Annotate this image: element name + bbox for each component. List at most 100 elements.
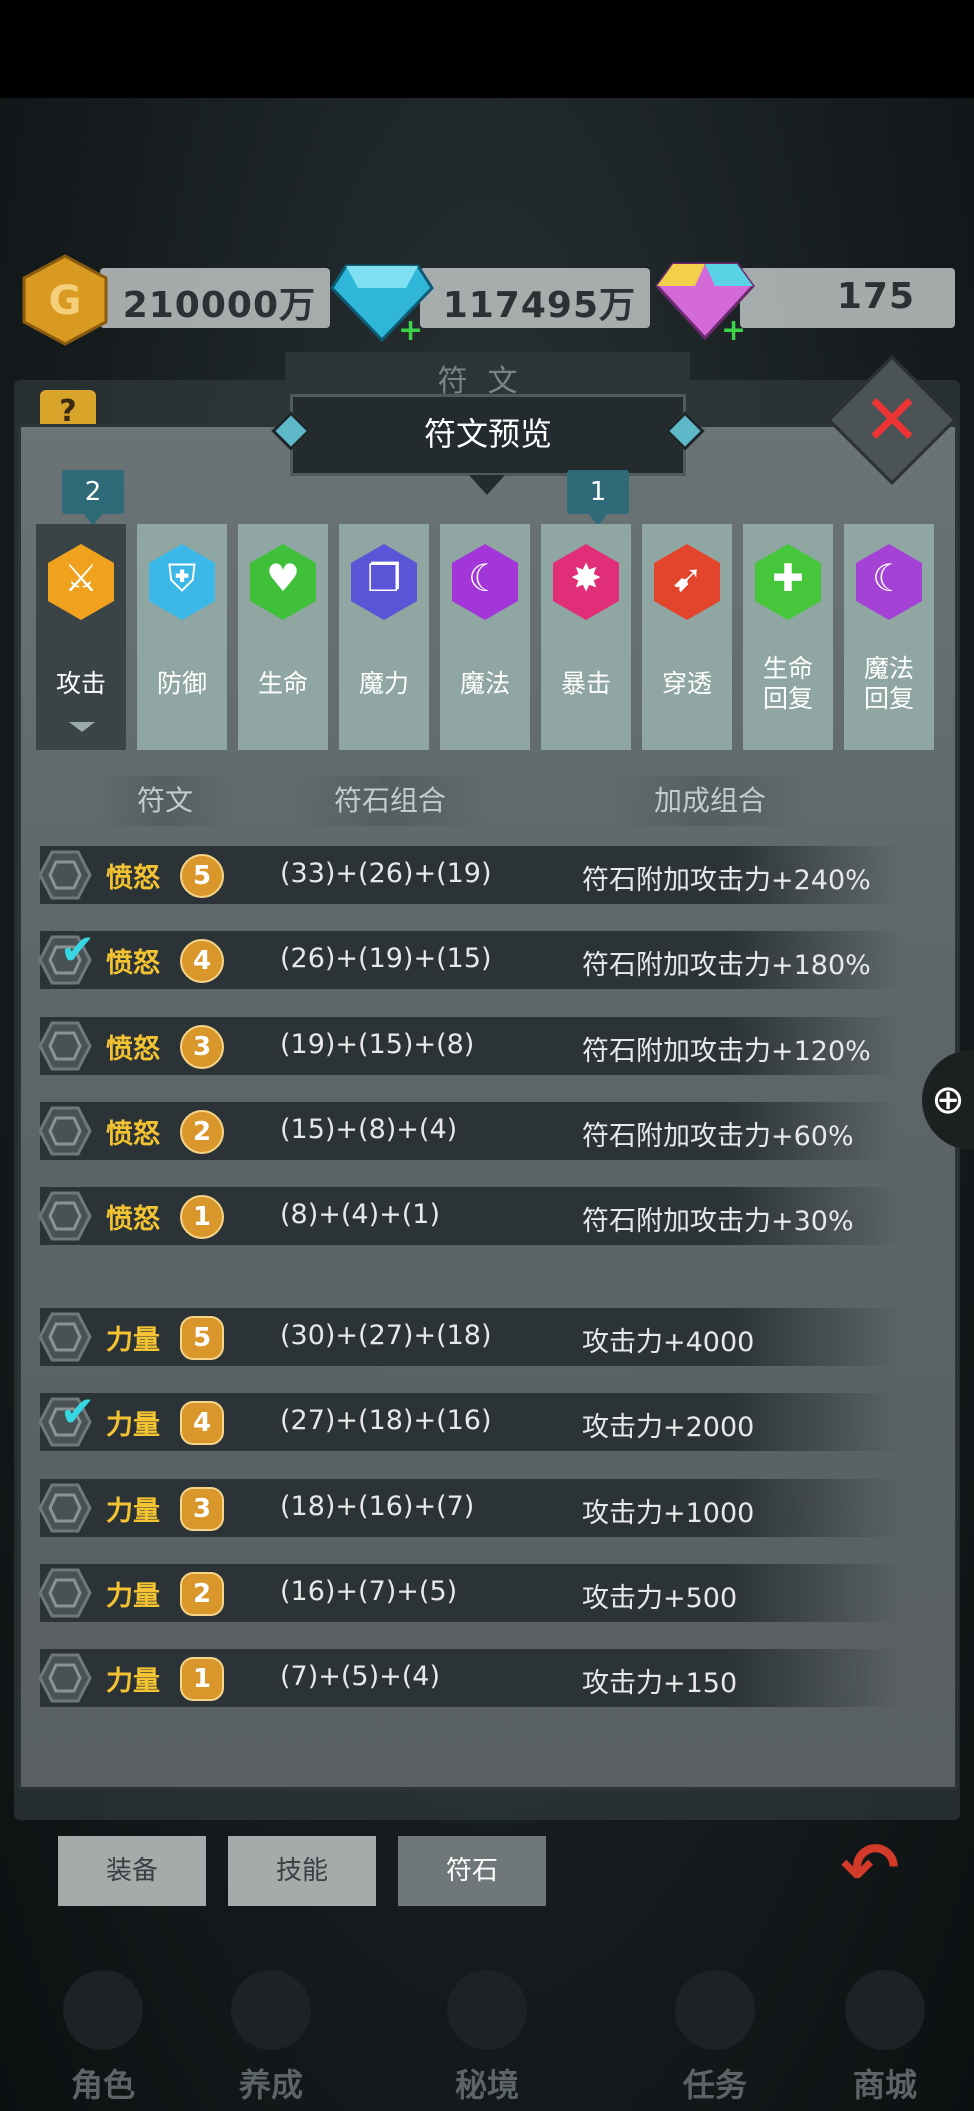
rune-emblem-icon (38, 1653, 92, 1703)
nav-label: 秘境 (454, 2066, 519, 2104)
portal-icon (447, 1970, 527, 2050)
rune-bonus: 攻击力+4000 (582, 1327, 755, 1358)
rune-name: 力量 (106, 1581, 160, 1612)
rune-combo: (15)+(8)+(4) (280, 1114, 458, 1145)
nav-label: 任务 (682, 2066, 747, 2104)
rune-row[interactable]: 力量 5 (30)+(27)+(18) 攻击力+4000 (38, 1308, 900, 1366)
rune-level-badge: 1 (180, 1195, 224, 1239)
rune-emblem-icon (38, 1312, 92, 1362)
tab-heart-plus[interactable]: ✚ 生命 回复 (743, 524, 833, 750)
tab-sword[interactable]: ⚔ 攻击 (36, 524, 126, 750)
cultivate-icon (231, 1970, 311, 2050)
tab-runestones[interactable]: 符石 (398, 1836, 546, 1906)
rune-bonus: 符石附加攻击力+180% (582, 950, 871, 981)
tab-equipment[interactable]: 装备 (58, 1836, 206, 1906)
rune-bonus: 符石附加攻击力+120% (582, 1036, 871, 1067)
rune-emblem-icon (38, 850, 92, 900)
rune-bonus: 攻击力+150 (582, 1668, 738, 1699)
rune-name: 愤怒 (106, 863, 160, 894)
tab-heart[interactable]: ♥ 生命 (238, 524, 328, 750)
tab-skills[interactable]: 技能 (228, 1836, 376, 1906)
rune-combo: (30)+(27)+(18) (280, 1320, 492, 1351)
rune-row[interactable]: 力量 3 (18)+(16)+(7) 攻击力+1000 (38, 1479, 900, 1537)
nav-label: 养成 (238, 2066, 303, 2104)
rune-row[interactable]: 愤怒 2 (15)+(8)+(4) 符石附加攻击力+60% (38, 1102, 900, 1160)
nav-cultivate[interactable]: 养成 (196, 1960, 346, 2110)
rune-bonus: 攻击力+500 (582, 1583, 738, 1614)
dialog-title: 符文预览 (423, 415, 552, 453)
rune-row[interactable]: 愤怒 1 (8)+(4)+(1) 符石附加攻击力+30% (38, 1187, 900, 1245)
rune-level-badge: 5 (180, 854, 224, 898)
rune-level-badge: 4 (180, 939, 224, 983)
nav-secret-realm[interactable]: 秘境 (412, 1960, 562, 2110)
nav-label: 商城 (852, 2066, 917, 2104)
rune-level-badge: 5 (180, 1316, 224, 1360)
tab-label: 穿透 (661, 669, 712, 698)
rainbow-gem-icon[interactable]: + (655, 258, 755, 342)
rune-name: 愤怒 (106, 1204, 160, 1235)
rune-row[interactable]: 愤怒 3 (19)+(15)+(8) 符石附加攻击力+120% (38, 1017, 900, 1075)
rune-bonus: 攻击力+1000 (582, 1498, 755, 1529)
tab-label: 回复 (863, 684, 914, 713)
tab-moon[interactable]: ☾ 魔法 (440, 524, 530, 750)
tab-count-badge: 2 (62, 470, 124, 526)
burst-icon: ✸ (570, 556, 602, 600)
rune-name: 力量 (106, 1496, 160, 1527)
shop-icon (845, 1970, 925, 2050)
nav-quests[interactable]: 任务 (640, 1960, 790, 2110)
back-arrow-icon[interactable]: ↶ (820, 1820, 920, 1916)
rune-bonus: 攻击力+2000 (582, 1412, 755, 1443)
moon-icon: ☾ (467, 556, 503, 600)
rune-row[interactable]: 力量 1 (7)+(5)+(4) 攻击力+150 (38, 1649, 900, 1707)
rune-combo: (7)+(5)+(4) (280, 1661, 440, 1692)
gem-amount: 117495万 (442, 285, 636, 326)
column-header-combo: 符石组合 (290, 776, 490, 826)
tab-label: 攻击 (55, 669, 106, 698)
tab-moon-plus[interactable]: ☾ 魔法 回复 (844, 524, 934, 750)
rune-level-badge: 2 (180, 1110, 224, 1154)
rune-name: 愤怒 (106, 948, 160, 979)
checkmark-icon: ✔ (60, 1387, 96, 1436)
rune-combo: (8)+(4)+(1) (280, 1199, 440, 1230)
rune-name: 力量 (106, 1410, 160, 1441)
nav-character[interactable]: 角色 (28, 1960, 178, 2110)
rune-combo: (16)+(7)+(5) (280, 1576, 458, 1607)
pierce-icon: ➹ (671, 556, 703, 600)
rune-row[interactable]: 愤怒 5 (33)+(26)+(19) 符石附加攻击力+240% (38, 846, 900, 904)
rune-name: 力量 (106, 1666, 160, 1697)
tab-label: 生命 (762, 654, 813, 683)
gold-coin-icon: G (22, 254, 108, 346)
rune-bonus: 符石附加攻击力+30% (582, 1206, 854, 1237)
rune-emblem-icon (38, 1568, 92, 1618)
sword-icon: ⚔ (63, 556, 99, 600)
tab-pierce[interactable]: ➹ 穿透 (642, 524, 732, 750)
rune-level-badge: 1 (180, 1657, 224, 1701)
rune-combo: (19)+(15)+(8) (280, 1029, 475, 1060)
column-header-rune: 符文 (95, 776, 235, 826)
close-icon[interactable]: ✕ (846, 374, 938, 466)
title-notch (469, 475, 505, 495)
checkmark-icon: ✔ (60, 925, 96, 974)
scroll-icon (675, 1970, 755, 2050)
rune-row[interactable]: ✔ 愤怒 4 (26)+(19)+(15) 符石附加攻击力+180% (38, 925, 900, 989)
tab-label: 暴击 (560, 669, 611, 698)
rune-row[interactable]: ✔ 力量 4 (27)+(18)+(16) 攻击力+2000 (38, 1387, 900, 1451)
blue-gem-icon[interactable]: + (330, 258, 434, 342)
nav-shop[interactable]: 商城 (810, 1960, 960, 2110)
tab-shield[interactable]: ⛨ 防御 (137, 524, 227, 750)
tab-burst[interactable]: ✸ 暴击 (541, 524, 631, 750)
svg-text:G: G (49, 278, 82, 324)
rune-emblem-icon (38, 1191, 92, 1241)
rune-bonus: 符石附加攻击力+60% (582, 1121, 854, 1152)
heart-plus-icon: ✚ (772, 556, 804, 600)
book-icon: ❐ (366, 556, 402, 600)
tab-count-badge: 1 (567, 470, 629, 526)
tab-book[interactable]: ❐ 魔力 (339, 524, 429, 750)
dialog-title-bar: 符文预览 (290, 394, 686, 495)
rune-row[interactable]: 力量 2 (16)+(7)+(5) 攻击力+500 (38, 1564, 900, 1622)
moon-plus-icon: ☾ (871, 556, 907, 600)
svg-text:+: + (721, 313, 746, 342)
tab-label: 生命 (257, 669, 308, 698)
rune-level-badge: 3 (180, 1487, 224, 1531)
rune-emblem-icon (38, 1483, 92, 1533)
